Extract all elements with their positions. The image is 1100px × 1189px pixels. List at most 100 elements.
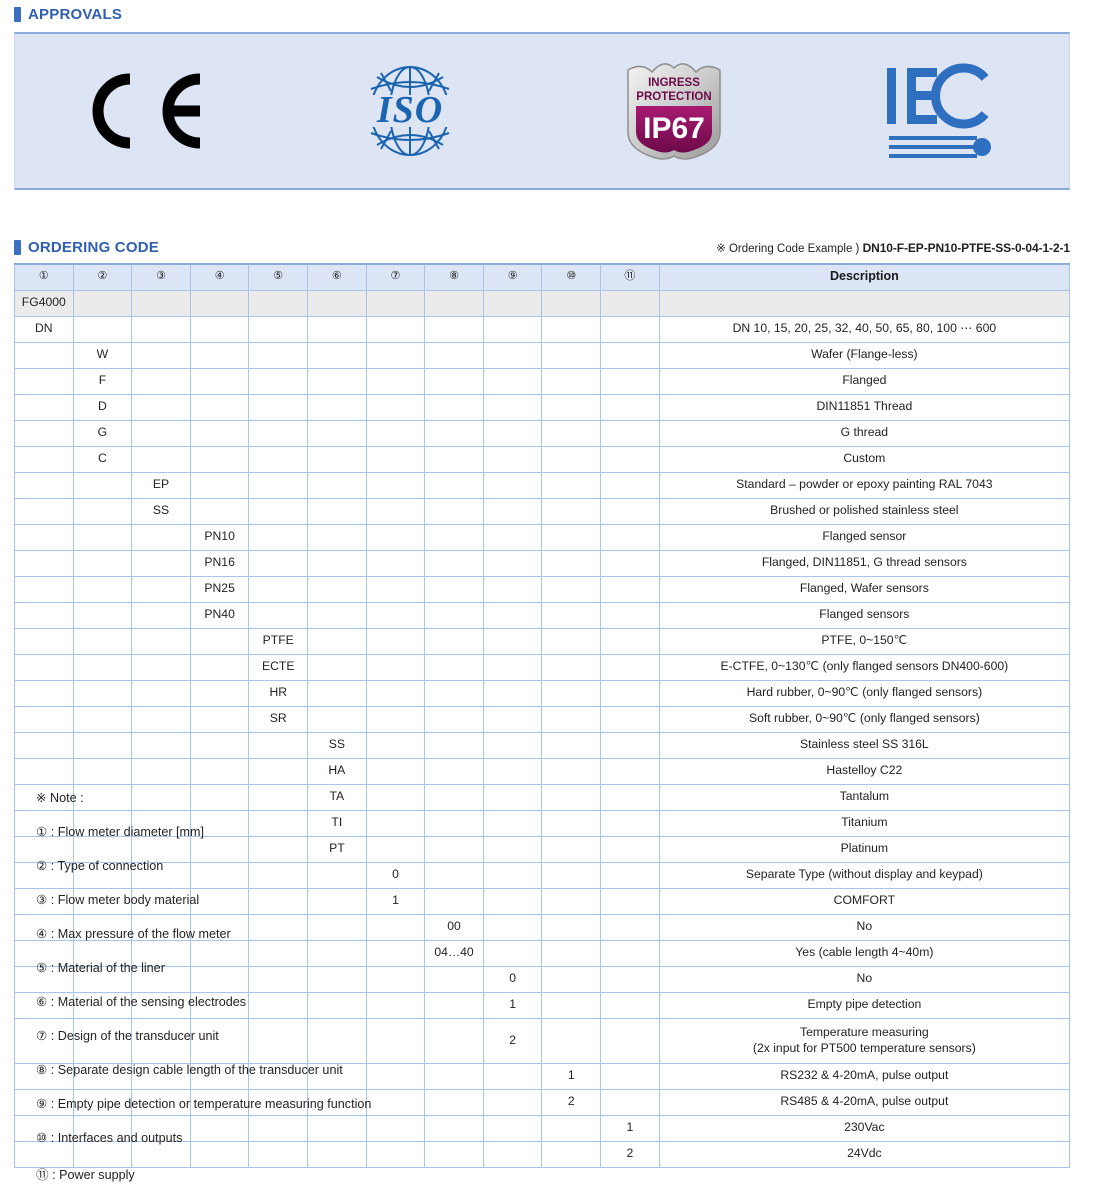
empty-cell bbox=[14, 627, 74, 655]
ip67-line2: PROTECTION bbox=[636, 91, 711, 103]
note-item: ⑪ : Power supply bbox=[36, 1168, 135, 1182]
note-item: ② : Type of connection bbox=[36, 859, 164, 873]
empty-cell bbox=[14, 471, 74, 499]
empty-cell bbox=[482, 341, 543, 369]
empty-cell bbox=[72, 679, 133, 707]
table-header-row: ① ② ③ ④ ⑤ ⑥ ⑦ ⑧ ⑨ ⑩ ⑪ Description bbox=[14, 263, 1071, 291]
empty-cell bbox=[424, 523, 484, 551]
empty-cell bbox=[482, 679, 543, 707]
description-cell: Tantalum bbox=[658, 783, 1071, 811]
empty-cell bbox=[248, 341, 309, 369]
svg-text:ISO: ISO bbox=[376, 89, 443, 131]
empty-cell bbox=[482, 445, 543, 473]
table-row: PN25 Flanged, Wafer sensors bbox=[14, 575, 1071, 603]
description-line-2: (2x input for PT500 temperature sensors) bbox=[752, 1040, 976, 1055]
column-header-8: ⑧ bbox=[424, 263, 484, 291]
empty-cell bbox=[189, 705, 250, 733]
empty-cell bbox=[189, 419, 250, 447]
empty-cell bbox=[424, 393, 484, 421]
note-item: ⑤ : Material of the liner bbox=[36, 961, 165, 975]
table-row: W Wafer (Flange-less) bbox=[14, 341, 1071, 369]
empty-cell bbox=[600, 419, 660, 447]
empty-cell bbox=[424, 757, 484, 785]
empty-cell bbox=[131, 757, 191, 785]
description-cell: RS232 & 4-20mA, pulse output bbox=[658, 1062, 1071, 1090]
iec-logo-icon bbox=[887, 63, 992, 158]
empty-cell bbox=[424, 705, 484, 733]
description-cell: DN 10, 15, 20, 25, 32, 40, 50, 65, 80, 1… bbox=[658, 315, 1071, 343]
empty-cell bbox=[248, 575, 309, 603]
empty-cell bbox=[131, 601, 191, 629]
empty-cell bbox=[541, 289, 602, 317]
logo-slot-ce bbox=[15, 34, 279, 188]
empty-cell bbox=[541, 653, 602, 681]
table-row: C Custom bbox=[14, 445, 1071, 473]
empty-cell bbox=[307, 523, 367, 551]
description-cell: No bbox=[658, 913, 1071, 941]
empty-cell bbox=[307, 367, 367, 395]
table-header: ① ② ③ ④ ⑤ ⑥ ⑦ ⑧ ⑨ ⑩ ⑪ Description bbox=[14, 263, 1071, 291]
approvals-title: APPROVALS bbox=[28, 6, 123, 23]
description-cell: Flanged sensors bbox=[658, 601, 1071, 629]
empty-cell bbox=[600, 757, 660, 785]
empty-cell bbox=[189, 289, 250, 317]
empty-cell bbox=[600, 653, 660, 681]
empty-cell bbox=[248, 315, 309, 343]
notes-title: ※ Note : bbox=[36, 791, 84, 805]
description-cell bbox=[658, 289, 1071, 317]
empty-cell bbox=[131, 679, 191, 707]
code-value-cell: C bbox=[72, 445, 133, 473]
note-item: ⑩ : Interfaces and outputs bbox=[36, 1131, 183, 1145]
empty-cell bbox=[131, 523, 191, 551]
empty-cell bbox=[424, 471, 484, 499]
description-cell: G thread bbox=[658, 419, 1071, 447]
description-cell: DIN11851 Thread bbox=[658, 393, 1071, 421]
table-row: FG4000 bbox=[14, 289, 1071, 317]
empty-cell bbox=[307, 289, 367, 317]
empty-cell bbox=[307, 341, 367, 369]
description-cell: Stainless steel SS 316L bbox=[658, 731, 1071, 759]
empty-cell bbox=[600, 705, 660, 733]
empty-cell bbox=[365, 523, 426, 551]
empty-cell bbox=[541, 367, 602, 395]
empty-cell bbox=[424, 497, 484, 525]
empty-cell bbox=[72, 497, 133, 525]
description-cell: Flanged, Wafer sensors bbox=[658, 575, 1071, 603]
empty-cell bbox=[14, 575, 74, 603]
ordering-code-title: ORDERING CODE bbox=[28, 239, 159, 256]
empty-cell bbox=[365, 497, 426, 525]
empty-cell bbox=[541, 757, 602, 785]
description-cell: 230Vac bbox=[658, 1114, 1071, 1142]
table-row: SS Brushed or polished stainless steel bbox=[14, 497, 1071, 525]
empty-cell bbox=[248, 497, 309, 525]
empty-cell bbox=[189, 679, 250, 707]
empty-cell bbox=[600, 601, 660, 629]
empty-cell bbox=[541, 601, 602, 629]
code-value-cell: HR bbox=[248, 679, 309, 707]
empty-cell bbox=[189, 757, 250, 785]
code-value-cell: D bbox=[72, 393, 133, 421]
empty-cell bbox=[482, 757, 543, 785]
description-cell: PTFE, 0~150℃ bbox=[658, 627, 1071, 655]
approvals-heading: APPROVALS bbox=[14, 6, 1070, 23]
empty-cell bbox=[248, 601, 309, 629]
table-row: PN40 Flanged sensors bbox=[14, 601, 1071, 629]
empty-cell bbox=[482, 575, 543, 603]
empty-cell bbox=[482, 497, 543, 525]
empty-cell bbox=[365, 549, 426, 577]
empty-cell bbox=[307, 445, 367, 473]
empty-cell bbox=[307, 497, 367, 525]
empty-cell bbox=[131, 315, 191, 343]
ip67-line1: INGRESS bbox=[648, 77, 700, 89]
empty-cell bbox=[131, 549, 191, 577]
column-header-10: ⑩ bbox=[541, 263, 602, 291]
code-value-cell: F bbox=[72, 367, 133, 395]
empty-cell bbox=[482, 367, 543, 395]
empty-cell bbox=[189, 341, 250, 369]
empty-cell bbox=[72, 627, 133, 655]
code-value-cell: PTFE bbox=[248, 627, 309, 655]
empty-cell bbox=[189, 315, 250, 343]
empty-cell bbox=[14, 393, 74, 421]
code-value-cell: SR bbox=[248, 705, 309, 733]
empty-cell bbox=[365, 627, 426, 655]
